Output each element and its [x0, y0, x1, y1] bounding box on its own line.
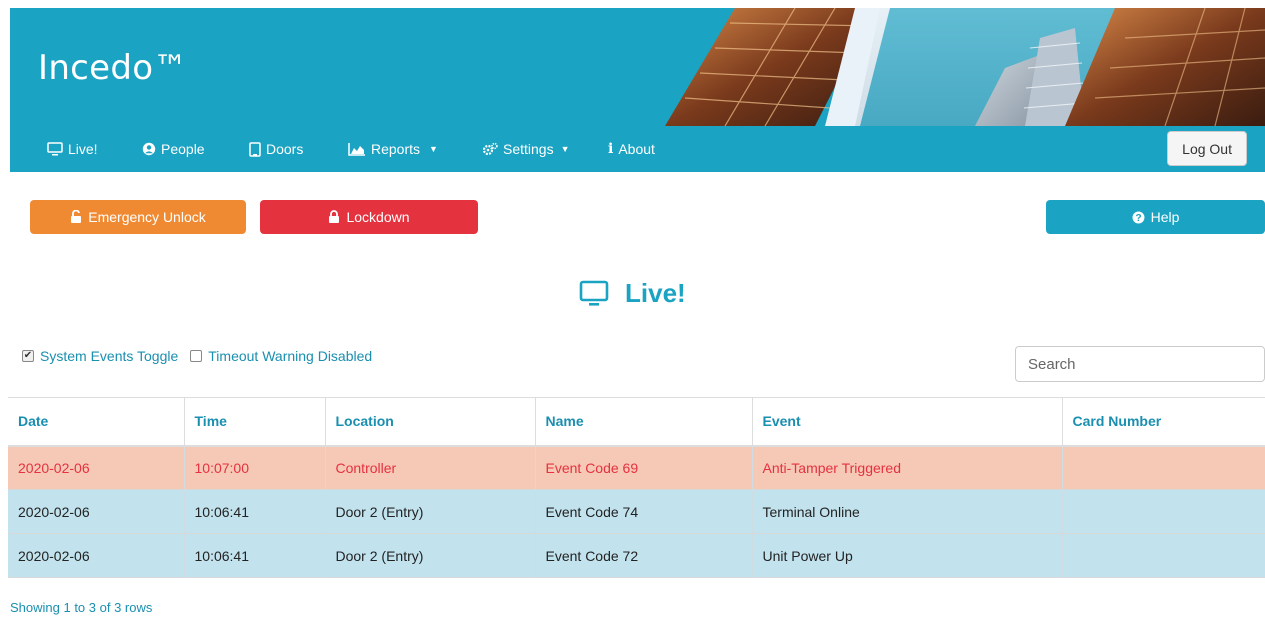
- lockdown-label: Lockdown: [346, 209, 410, 225]
- nav-item-reports[interactable]: Reports ▼: [348, 139, 438, 159]
- cell-name: Event Code 74: [535, 489, 753, 534]
- monitor-icon: [47, 142, 63, 156]
- system-events-label[interactable]: System Events Toggle: [40, 348, 178, 364]
- column-header-date[interactable]: Date: [8, 397, 185, 447]
- column-header-event[interactable]: Event: [752, 397, 1063, 447]
- logout-button[interactable]: Log Out: [1167, 131, 1247, 166]
- cell-event: Unit Power Up: [752, 533, 1063, 578]
- monitor-icon: [579, 280, 609, 306]
- timeout-warning-checkbox[interactable]: [190, 350, 203, 362]
- header-banner: Incedo™: [10, 8, 1265, 126]
- emergency-unlock-button[interactable]: Emergency Unlock: [30, 200, 246, 234]
- skyline-banner-image: [645, 8, 1265, 126]
- cell-location: Door 2 (Entry): [325, 533, 536, 578]
- cell-location: Controller: [325, 445, 536, 490]
- pagination-info: Showing 1 to 3 of 3 rows: [10, 600, 153, 615]
- cell-time: 10:07:00: [184, 445, 326, 490]
- nav-item-doors[interactable]: Doors: [249, 139, 303, 159]
- cell-date: 2020-02-06: [8, 489, 185, 534]
- info-icon: i: [608, 141, 614, 157]
- page-title-text: Live!: [625, 278, 686, 308]
- cogs-icon: [482, 142, 498, 156]
- nav-item-label: People: [161, 141, 205, 157]
- table-row[interactable]: 2020-02-06 10:07:00 Controller Event Cod…: [8, 445, 1265, 490]
- cell-card-number: [1062, 445, 1265, 490]
- column-header-name[interactable]: Name: [535, 397, 753, 447]
- nav-item-label: Doors: [266, 141, 304, 157]
- help-label: Help: [1150, 209, 1180, 225]
- column-header-location[interactable]: Location: [325, 397, 536, 447]
- timeout-warning-label[interactable]: Timeout Warning Disabled: [208, 348, 372, 364]
- table-row[interactable]: 2020-02-06 10:06:41 Door 2 (Entry) Event…: [8, 489, 1265, 534]
- area-chart-icon: [348, 143, 365, 156]
- column-header-card-number[interactable]: Card Number: [1062, 397, 1265, 447]
- events-table: Date Time Location Name Event Card Numbe…: [8, 397, 1265, 578]
- emergency-unlock-label: Emergency Unlock: [88, 209, 206, 225]
- search-input[interactable]: [1015, 346, 1265, 382]
- cell-date: 2020-02-06: [8, 533, 185, 578]
- table-header-row: Date Time Location Name Event Card Numbe…: [8, 397, 1265, 447]
- cell-event: Terminal Online: [752, 489, 1063, 534]
- cell-time: 10:06:41: [184, 489, 326, 534]
- nav-item-label: About: [618, 141, 655, 157]
- lockdown-button[interactable]: Lockdown: [260, 200, 478, 234]
- column-header-time[interactable]: Time: [184, 397, 326, 447]
- cell-date: 2020-02-06: [8, 445, 185, 490]
- cell-name: Event Code 69: [535, 445, 753, 490]
- system-events-checkbox[interactable]: ✔: [22, 350, 34, 362]
- main-navbar: Live! People Doors Reports ▼ Settings ▼ …: [10, 126, 1265, 172]
- svg-text:?: ?: [1135, 213, 1141, 224]
- cell-time: 10:06:41: [184, 533, 326, 578]
- nav-item-label: Reports: [371, 141, 421, 157]
- unlock-icon: [71, 210, 82, 223]
- event-toggles: ✔ System Events Toggle Timeout Warning D…: [22, 348, 372, 364]
- nav-item-about[interactable]: i About: [608, 139, 655, 159]
- page-title: Live!: [579, 278, 686, 309]
- chevron-down-icon: ▼: [560, 144, 570, 154]
- nav-item-settings[interactable]: Settings ▼: [482, 139, 570, 159]
- nav-item-people[interactable]: People: [142, 139, 205, 159]
- brand-logo-text: Incedo™: [38, 48, 188, 88]
- cell-card-number: [1062, 489, 1265, 534]
- cell-event: Anti-Tamper Triggered: [752, 445, 1063, 490]
- cell-location: Door 2 (Entry): [325, 489, 536, 534]
- nav-item-live[interactable]: Live!: [47, 139, 98, 159]
- question-circle-icon: ?: [1132, 211, 1145, 224]
- nav-item-label: Live!: [68, 141, 98, 157]
- cell-name: Event Code 72: [535, 533, 753, 578]
- user-circle-icon: [142, 142, 156, 156]
- chevron-down-icon: ▼: [429, 144, 438, 154]
- door-icon: [249, 141, 261, 157]
- nav-item-label: Settings: [503, 141, 554, 157]
- lock-icon: [329, 210, 340, 223]
- cell-card-number: [1062, 533, 1265, 578]
- table-row[interactable]: 2020-02-06 10:06:41 Door 2 (Entry) Event…: [8, 533, 1265, 578]
- help-button[interactable]: ? Help: [1046, 200, 1265, 234]
